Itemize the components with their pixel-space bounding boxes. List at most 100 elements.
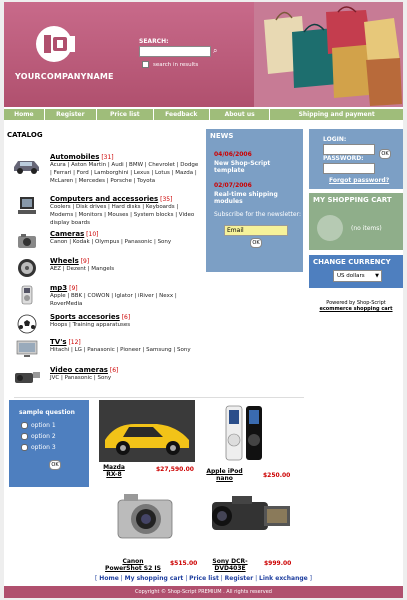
newsletter-email-input[interactable]: Email bbox=[224, 225, 288, 236]
ipod-image[interactable] bbox=[224, 404, 264, 464]
search-in-results-checkbox[interactable] bbox=[142, 61, 149, 68]
news-item[interactable]: New Shop-Script template bbox=[214, 160, 300, 174]
search-in-results-label: search in results bbox=[153, 62, 199, 68]
poll-option-label: option 3 bbox=[31, 444, 56, 451]
news-panel: NEWS 04/06/2006 New Shop-Script template… bbox=[206, 129, 303, 272]
category-subs[interactable]: Acura | Aston Martin | Audi | BMW | Chev… bbox=[50, 161, 200, 185]
category-wheels: Wheels [9] AEZ | Dezent | Mangels bbox=[12, 257, 200, 279]
news-item[interactable]: Real-time shipping modules bbox=[214, 191, 300, 205]
computer-icon[interactable] bbox=[12, 196, 42, 216]
footer-link-home[interactable]: Home bbox=[99, 575, 118, 582]
category-subs[interactable]: Coolers | Disk drives | Hard disks | Key… bbox=[50, 203, 200, 227]
category-count: [6] bbox=[109, 367, 119, 374]
shopping-bags-image bbox=[254, 2, 403, 107]
login-input[interactable] bbox=[323, 144, 375, 155]
currency-title: CHANGE CURRENCY bbox=[313, 258, 391, 266]
nav-home[interactable]: Home bbox=[4, 109, 45, 120]
category-name[interactable]: TV's bbox=[50, 338, 67, 346]
poll-ok-button[interactable]: OK bbox=[49, 460, 61, 470]
product-name[interactable]: Sony DCR-DVD403E bbox=[209, 558, 251, 572]
category-subs[interactable]: AEZ | Dezent | Mangels bbox=[50, 265, 200, 273]
copyright-bar: Copyright © Shop-Script PREMIUM . All ri… bbox=[4, 586, 403, 598]
category-count: [31] bbox=[101, 154, 114, 161]
poll-option[interactable]: option 3 bbox=[21, 444, 56, 451]
footer-link-cart[interactable]: My shopping cart bbox=[125, 575, 184, 582]
nav-price-list[interactable]: Price list bbox=[97, 109, 154, 120]
search-go-icon[interactable]: ⌕ bbox=[213, 46, 221, 55]
forgot-password-link[interactable]: Forgot password? bbox=[329, 177, 389, 184]
camera-icon[interactable] bbox=[12, 231, 42, 251]
radio-icon[interactable] bbox=[21, 422, 28, 429]
category-name[interactable]: Sports accesories bbox=[50, 313, 120, 321]
radio-icon[interactable] bbox=[21, 444, 28, 451]
category-subs[interactable]: Hoops | Training apparatuses bbox=[50, 321, 200, 329]
poll-title: sample question bbox=[19, 409, 75, 416]
category-subs[interactable]: Hitachi | LG | Panasonic | Pioneer | Sam… bbox=[50, 346, 200, 354]
category-sports: Sports accesories [6] Hoops | Training ap… bbox=[12, 313, 200, 335]
search-input[interactable] bbox=[139, 46, 211, 57]
car-icon[interactable] bbox=[12, 154, 42, 174]
tv-icon[interactable] bbox=[12, 339, 42, 359]
poll-option-label: option 1 bbox=[31, 422, 56, 429]
nav-shipping-payment[interactable]: Shipping and payment bbox=[270, 109, 403, 120]
wheel-icon[interactable] bbox=[12, 258, 42, 278]
search-in-results[interactable]: search in results bbox=[142, 61, 198, 68]
category-name[interactable]: Cameras bbox=[50, 230, 84, 238]
category-count: [9] bbox=[80, 258, 90, 265]
cart-status: (no items) bbox=[351, 225, 382, 232]
product-name[interactable]: Canon PowerShot S2 IS bbox=[104, 558, 162, 572]
powered-by: Powered by Shop-Script ecommerce shoppin… bbox=[309, 300, 403, 312]
login-ok-button[interactable]: OK bbox=[379, 149, 391, 159]
category-name[interactable]: mp3 bbox=[50, 284, 67, 292]
footer-link-price-list[interactable]: Price list bbox=[189, 575, 219, 582]
category-subs[interactable]: Canon | Kodak | Olympus | Panasonic | So… bbox=[50, 238, 200, 246]
product-name[interactable]: Apple iPod nano bbox=[202, 468, 247, 482]
nav-register[interactable]: Register bbox=[45, 109, 98, 120]
category-automobiles: Automobiles [31] Acura | Aston Martin | A… bbox=[12, 153, 200, 190]
logo-icon[interactable] bbox=[34, 24, 78, 64]
cart-icon bbox=[317, 215, 343, 241]
category-tvs: TV's [12] Hitachi | LG | Panasonic | Pion… bbox=[12, 338, 200, 362]
search-label: SEARCH: bbox=[139, 38, 169, 45]
company-name[interactable]: YOURCOMPANYNAME bbox=[15, 72, 114, 81]
password-input[interactable] bbox=[323, 163, 375, 174]
product-name[interactable]: Mazda RX-8 bbox=[101, 464, 127, 478]
product-price: $27,590.00 bbox=[156, 466, 194, 473]
category-name[interactable]: Automobiles bbox=[50, 153, 99, 161]
soccer-ball-icon[interactable] bbox=[12, 314, 42, 334]
camera-image[interactable] bbox=[114, 488, 176, 546]
catalog-title: CATALOG bbox=[7, 131, 43, 139]
mp3-player-icon[interactable] bbox=[12, 285, 42, 305]
newsletter-ok-button[interactable]: OK bbox=[250, 238, 262, 248]
category-name[interactable]: Video cameras bbox=[50, 366, 108, 374]
news-date: 02/07/2006 bbox=[214, 182, 252, 189]
poll-panel: sample question option 1 option 2 option… bbox=[9, 400, 89, 487]
footer-link-link-exchange[interactable]: Link exchange bbox=[259, 575, 308, 582]
footer-links: [ Home | My shopping cart | Price list |… bbox=[95, 575, 312, 582]
radio-icon[interactable] bbox=[21, 433, 28, 440]
category-subs[interactable]: JVC | Panasonic | Sony bbox=[50, 374, 200, 382]
category-name[interactable]: Computers and accessories bbox=[50, 195, 158, 203]
cart-title[interactable]: MY SHOPPING CART bbox=[313, 196, 392, 204]
nav-about-us[interactable]: About us bbox=[210, 109, 271, 120]
currency-select[interactable]: US dollars ▼ bbox=[333, 270, 382, 282]
category-name[interactable]: Wheels bbox=[50, 257, 79, 265]
nav-feedback[interactable]: Feedback bbox=[154, 109, 210, 120]
category-count: [35] bbox=[160, 196, 173, 203]
password-label: PASSWORD: bbox=[323, 155, 364, 162]
product-price: $515.00 bbox=[170, 560, 198, 567]
powered-link[interactable]: ecommerce shopping cart bbox=[309, 306, 403, 312]
category-subs[interactable]: Apple | BBK | COWON | Iglator | iRiver |… bbox=[50, 292, 200, 308]
camcorder-image[interactable] bbox=[202, 488, 292, 546]
currency-selected: US dollars bbox=[337, 273, 365, 279]
video-camera-icon[interactable] bbox=[12, 367, 42, 387]
poll-option[interactable]: option 2 bbox=[21, 433, 56, 440]
category-video-cameras: Video cameras [6] JVC | Panasonic | Sony bbox=[12, 366, 200, 388]
main-nav: Home Register Price list Feedback About … bbox=[4, 109, 403, 120]
yellow-car-image[interactable] bbox=[99, 400, 195, 462]
footer-link-register[interactable]: Register bbox=[225, 575, 254, 582]
currency-panel: CHANGE CURRENCY US dollars ▼ bbox=[309, 255, 403, 288]
category-count: [12] bbox=[68, 339, 81, 346]
category-computers: Computers and accessories [35] Coolers | … bbox=[12, 195, 200, 227]
poll-option[interactable]: option 1 bbox=[21, 422, 56, 429]
